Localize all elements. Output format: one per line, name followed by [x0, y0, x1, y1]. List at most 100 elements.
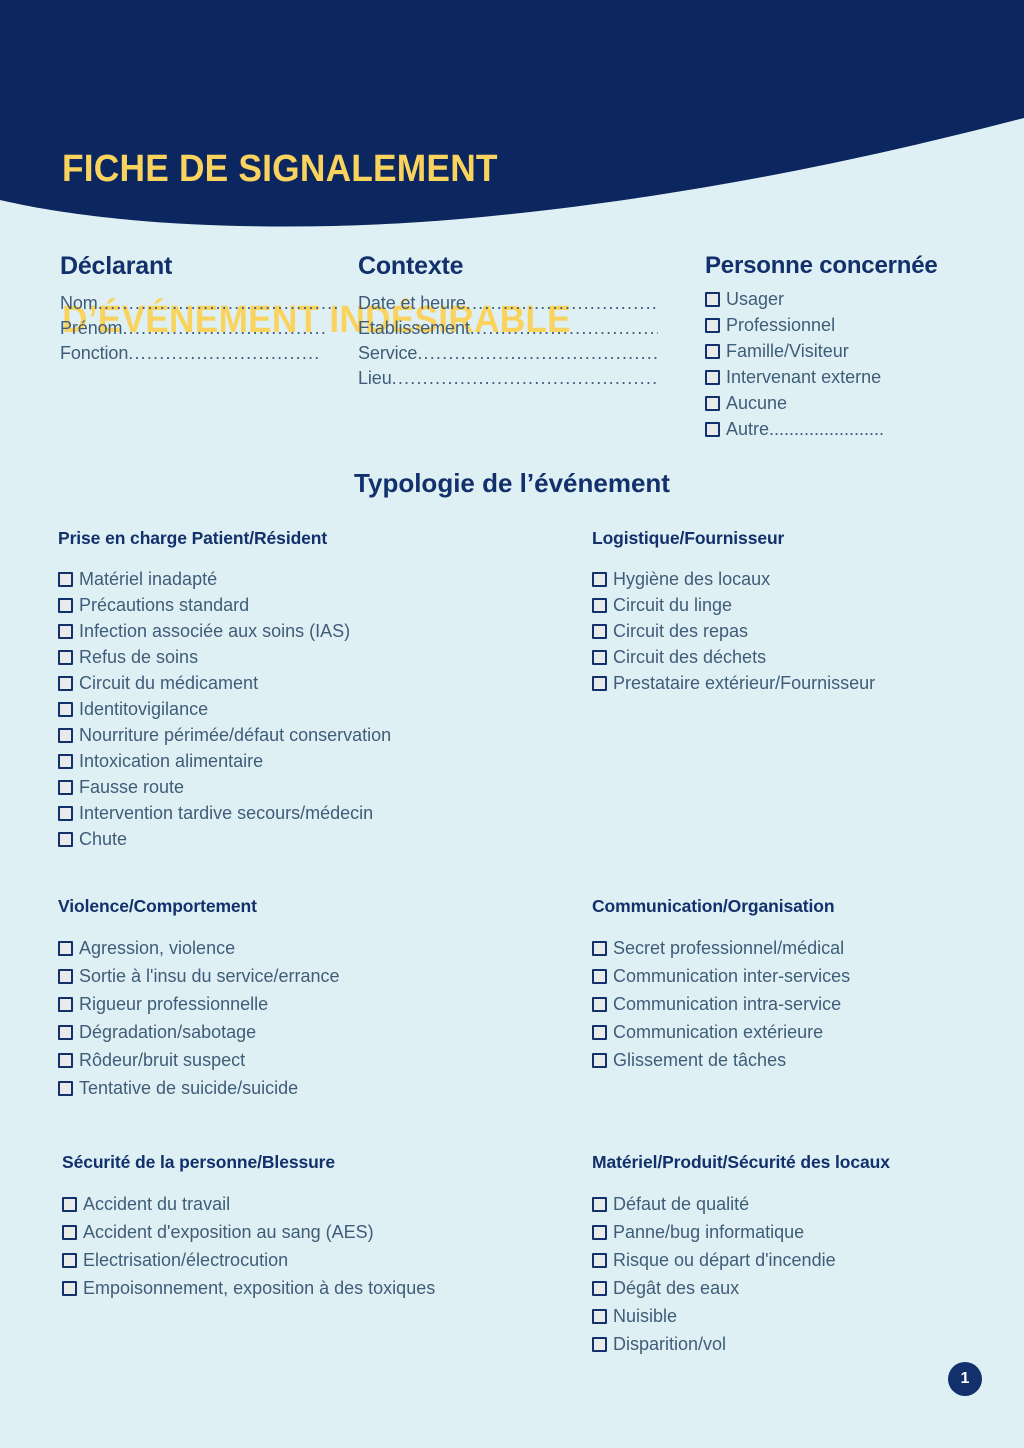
checkbox-row[interactable]: Nourriture périmée/défaut conservation [58, 722, 391, 748]
checkbox-icon[interactable] [58, 1081, 73, 1096]
checkbox-icon[interactable] [592, 1053, 607, 1068]
checkbox-icon[interactable] [58, 1025, 73, 1040]
checkbox-icon[interactable] [58, 624, 73, 639]
checkbox-icon[interactable] [592, 1025, 607, 1040]
checkbox-row[interactable]: Dégât des eaux [592, 1274, 890, 1302]
checkbox-icon[interactable] [592, 997, 607, 1012]
field-service[interactable]: Service.................................… [358, 341, 658, 366]
checkbox-icon[interactable] [58, 806, 73, 821]
checkbox-icon[interactable] [58, 969, 73, 984]
checkbox-icon[interactable] [592, 1337, 607, 1352]
checkbox-icon[interactable] [62, 1281, 77, 1296]
checkbox-icon[interactable] [592, 969, 607, 984]
checkbox-row-usager[interactable]: Usager [705, 286, 1005, 312]
checkbox-row[interactable]: Secret professionnel/médical [592, 934, 850, 962]
checkbox-row[interactable]: Chute [58, 826, 391, 852]
checkbox-icon[interactable] [58, 676, 73, 691]
checkbox-label: Electrisation/électrocution [83, 1250, 289, 1270]
checkbox-row-famille-visiteur[interactable]: Famille/Visiteur [705, 338, 1005, 364]
checkbox-icon[interactable] [592, 941, 607, 956]
checkbox-icon[interactable] [705, 422, 720, 437]
checkbox-icon[interactable] [592, 624, 607, 639]
checkbox-row-autre[interactable]: Autre....................... [705, 416, 1005, 442]
checkbox-row[interactable]: Identitovigilance [58, 696, 391, 722]
checkbox-icon[interactable] [58, 941, 73, 956]
checkbox-icon[interactable] [58, 598, 73, 613]
field-nom[interactable]: Nom.....................................… [60, 291, 340, 316]
checkbox-row[interactable]: Précautions standard [58, 592, 391, 618]
field-etablissement[interactable]: Etablissement...........................… [358, 316, 658, 341]
checkbox-icon[interactable] [592, 676, 607, 691]
checkbox-row[interactable]: Circuit des déchets [592, 644, 875, 670]
checkbox-row[interactable]: Intervention tardive secours/médecin [58, 800, 391, 826]
checkbox-row-aucune[interactable]: Aucune [705, 390, 1005, 416]
checkbox-row[interactable]: Empoisonnement, exposition à des toxique… [62, 1274, 435, 1302]
checkbox-row[interactable]: Refus de soins [58, 644, 391, 670]
checkbox-icon[interactable] [58, 702, 73, 717]
checkbox-row[interactable]: Intoxication alimentaire [58, 748, 391, 774]
checkbox-icon[interactable] [62, 1197, 77, 1212]
checkbox-row[interactable]: Communication intra-service [592, 990, 850, 1018]
checkbox-icon[interactable] [592, 598, 607, 613]
checkbox-icon[interactable] [58, 1053, 73, 1068]
checkbox-icon[interactable] [58, 997, 73, 1012]
checkbox-icon[interactable] [705, 344, 720, 359]
checkbox-row[interactable]: Accident du travail [62, 1190, 435, 1218]
checkbox-row[interactable]: Dégradation/sabotage [58, 1018, 340, 1046]
checkbox-row-intervenant-externe[interactable]: Intervenant externe [705, 364, 1005, 390]
checkbox-row[interactable]: Tentative de suicide/suicide [58, 1074, 340, 1102]
field-lieu[interactable]: Lieu....................................… [358, 366, 658, 391]
checkbox-row[interactable]: Hygiène des locaux [592, 566, 875, 592]
contexte-heading: Contexte [358, 252, 464, 280]
checkbox-icon[interactable] [62, 1225, 77, 1240]
declarant-section: Déclarant Nom...........................… [60, 252, 340, 366]
field-date-et-heure-leader: ................................ [465, 293, 658, 313]
checkbox-label: Usager [726, 289, 785, 309]
checkbox-icon[interactable] [705, 370, 720, 385]
checkbox-icon[interactable] [58, 650, 73, 665]
checkbox-icon[interactable] [592, 1253, 607, 1268]
checkbox-row[interactable]: Fausse route [58, 774, 391, 800]
checkbox-row[interactable]: Circuit du médicament [58, 670, 391, 696]
checkbox-icon[interactable] [705, 292, 720, 307]
checkbox-icon[interactable] [705, 396, 720, 411]
checkbox-label: Secret professionnel/médical [613, 938, 845, 958]
checkbox-icon[interactable] [62, 1253, 77, 1268]
checkbox-icon[interactable] [58, 728, 73, 743]
checkbox-row[interactable]: Electrisation/électrocution [62, 1246, 435, 1274]
checkbox-icon[interactable] [592, 650, 607, 665]
checkbox-icon[interactable] [705, 318, 720, 333]
checkbox-icon[interactable] [58, 572, 73, 587]
checkbox-row[interactable]: Panne/bug informatique [592, 1218, 890, 1246]
checkbox-row[interactable]: Défaut de qualité [592, 1190, 890, 1218]
checkbox-row[interactable]: Infection associée aux soins (IAS) [58, 618, 391, 644]
checkbox-row[interactable]: Prestataire extérieur/Fournisseur [592, 670, 875, 696]
checkbox-row[interactable]: Rigueur professionnelle [58, 990, 340, 1018]
field-prenom[interactable]: Prénom................................. [60, 316, 340, 341]
checkbox-row[interactable]: Communication extérieure [592, 1018, 850, 1046]
checkbox-icon[interactable] [592, 1197, 607, 1212]
checkbox-icon[interactable] [58, 754, 73, 769]
checkbox-row[interactable]: Nuisible [592, 1302, 890, 1330]
checkbox-row-professionnel[interactable]: Professionnel [705, 312, 1005, 338]
checkbox-row[interactable]: Sortie à l'insu du service/errance [58, 962, 340, 990]
checkbox-row[interactable]: Risque ou départ d'incendie [592, 1246, 890, 1274]
checkbox-row[interactable]: Matériel inadapté [58, 566, 391, 592]
checkbox-icon[interactable] [592, 1309, 607, 1324]
field-fonction[interactable]: Fonction............................... [60, 341, 340, 366]
field-lieu-label: Lieu [358, 368, 392, 388]
checkbox-icon[interactable] [592, 572, 607, 587]
checkbox-row[interactable]: Circuit du linge [592, 592, 875, 618]
checkbox-row[interactable]: Circuit des repas [592, 618, 875, 644]
checkbox-row[interactable]: Rôdeur/bruit suspect [58, 1046, 340, 1074]
checkbox-icon[interactable] [592, 1281, 607, 1296]
checkbox-icon[interactable] [58, 832, 73, 847]
checkbox-row[interactable]: Accident d'exposition au sang (AES) [62, 1218, 435, 1246]
checkbox-row[interactable]: Agression, violence [58, 934, 340, 962]
field-date-et-heure[interactable]: Date et heure...........................… [358, 291, 658, 316]
checkbox-icon[interactable] [58, 780, 73, 795]
checkbox-row[interactable]: Communication inter-services [592, 962, 850, 990]
checkbox-icon[interactable] [592, 1225, 607, 1240]
checkbox-row[interactable]: Disparition/vol [592, 1330, 890, 1358]
checkbox-row[interactable]: Glissement de tâches [592, 1046, 850, 1074]
